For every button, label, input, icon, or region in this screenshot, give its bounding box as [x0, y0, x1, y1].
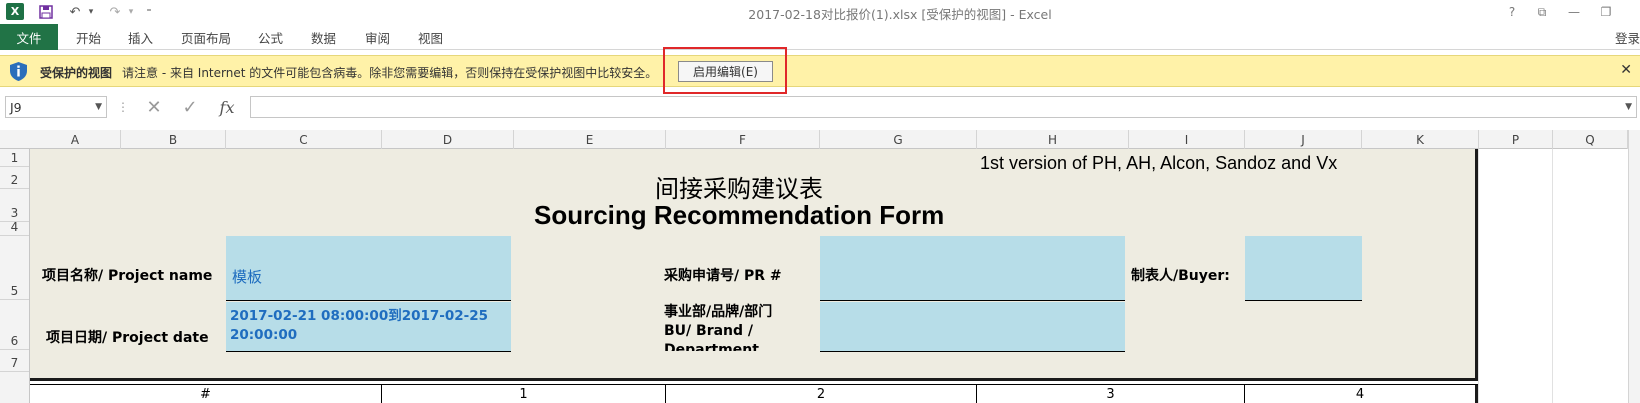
- formula-bar: J9 ▼ ⋮ ✕ ✓ fx ▼: [0, 95, 1640, 119]
- column-header-c[interactable]: C: [226, 130, 382, 149]
- name-box[interactable]: J9 ▼: [5, 96, 107, 118]
- column-header-g[interactable]: G: [820, 130, 977, 149]
- project-date-value-line2: 20:00:00: [230, 327, 298, 343]
- column-header-h[interactable]: H: [977, 130, 1129, 149]
- table-header-3: 3: [977, 385, 1245, 403]
- project-name-value: 模板: [232, 268, 263, 286]
- insert-function-icon[interactable]: fx: [214, 96, 240, 118]
- pr-label: 采购申请号/ PR #: [664, 268, 782, 284]
- formula-input[interactable]: ▼: [250, 96, 1637, 118]
- buyer-label: 制表人/Buyer:: [1131, 268, 1230, 284]
- protected-view-message: 请注意 - 来自 Internet 的文件可能包含病毒。除非您需要编辑，否则保持…: [122, 66, 658, 80]
- tab-review[interactable]: 审阅: [365, 24, 390, 50]
- project-date-label: 项目日期/ Project date: [46, 330, 209, 346]
- project-date-value-line1: 2017-02-21 08:00:00到2017-02-25: [230, 308, 489, 324]
- column-headers: A B C D E F G H I J K P Q: [0, 130, 1640, 149]
- minimize-button[interactable]: —: [1564, 3, 1584, 21]
- tab-insert[interactable]: 插入: [128, 24, 153, 50]
- protected-view-title: 受保护的视图: [40, 66, 113, 80]
- chevron-down-icon[interactable]: ▼: [95, 102, 102, 112]
- bu-label-line2: BU/ Brand /: [664, 323, 754, 339]
- form-title-cn: 间接采购建议表: [655, 175, 823, 203]
- worksheet[interactable]: 1st version of PH, AH, Alcon, Sandoz and…: [30, 149, 1640, 403]
- bu-label-line1: 事业部/品牌/部门: [664, 304, 773, 320]
- vertical-scrollbar[interactable]: [1628, 130, 1640, 403]
- window-title: 2017-02-18对比报价(1).xlsx [受保护的视图] - Excel: [748, 7, 1052, 22]
- project-date-value: 2017-02-21 08:00:00到2017-02-25 20:00:00: [230, 307, 488, 345]
- maximize-button[interactable]: ❐: [1596, 3, 1616, 21]
- row-header-5[interactable]: 5: [0, 236, 29, 300]
- expand-formula-bar-icon[interactable]: ▼: [1625, 102, 1632, 112]
- project-name-label: 项目名称/ Project name: [42, 268, 213, 284]
- title-bar: X ↶ ▾ ↷ ▾ ⁼ 2017-02-18对比报价(1).xlsx [受保护的…: [0, 0, 1640, 24]
- ribbon-display-options-button[interactable]: ⧉: [1532, 3, 1552, 21]
- pr-field[interactable]: [820, 236, 1125, 301]
- gridline: [1552, 149, 1553, 403]
- highlight-annotation: [663, 47, 787, 94]
- table-header-2: 2: [666, 385, 977, 403]
- tab-view[interactable]: 视图: [418, 24, 443, 50]
- row-header-7[interactable]: 7: [0, 350, 29, 372]
- column-header-k[interactable]: K: [1362, 130, 1479, 149]
- row-headers: 1 2 3 4 5 6 7: [0, 149, 30, 403]
- bu-field[interactable]: [820, 302, 1125, 352]
- tab-page-layout[interactable]: 页面布局: [181, 24, 231, 50]
- column-header-d[interactable]: D: [382, 130, 514, 149]
- column-header-q[interactable]: Q: [1553, 130, 1628, 149]
- row-header-1[interactable]: 1: [0, 149, 29, 167]
- sign-in-link[interactable]: 登录: [1615, 24, 1640, 50]
- tab-data[interactable]: 数据: [311, 24, 336, 50]
- column-header-p[interactable]: P: [1479, 130, 1553, 149]
- tab-home[interactable]: 开始: [76, 24, 101, 50]
- formula-bar-grip-icon[interactable]: ⋮: [117, 96, 129, 118]
- ribbon-tabs: 文件 开始 插入 页面布局 公式 数据 审阅 视图 登录: [0, 24, 1640, 50]
- table-header-row: # 1 2 3 4: [30, 384, 1478, 403]
- version-note: 1st version of PH, AH, Alcon, Sandoz and…: [980, 153, 1338, 173]
- enter-icon[interactable]: ✓: [178, 96, 202, 118]
- help-button[interactable]: ?: [1502, 3, 1522, 21]
- tab-file[interactable]: 文件: [0, 24, 58, 50]
- column-header-j[interactable]: J: [1245, 130, 1362, 149]
- protected-view-bar: 受保护的视图 请注意 - 来自 Internet 的文件可能包含病毒。除非您需要…: [0, 55, 1640, 87]
- tab-formulas[interactable]: 公式: [258, 24, 283, 50]
- shield-info-icon: [9, 61, 28, 82]
- column-header-e[interactable]: E: [514, 130, 666, 149]
- table-header-index: #: [30, 385, 382, 403]
- bu-label: 事业部/品牌/部门 BU/ Brand / Department: [664, 303, 772, 351]
- column-header-b[interactable]: B: [121, 130, 226, 149]
- row-header-2[interactable]: 2: [0, 167, 29, 189]
- cancel-icon[interactable]: ✕: [142, 96, 166, 118]
- buyer-field[interactable]: [1245, 236, 1362, 301]
- table-header-4: 4: [1245, 385, 1478, 403]
- row-header-4[interactable]: 4: [0, 220, 29, 236]
- column-header-a[interactable]: A: [30, 130, 121, 149]
- column-header-i[interactable]: I: [1129, 130, 1245, 149]
- column-header-f[interactable]: F: [666, 130, 820, 149]
- bu-label-line3: Department: [664, 342, 759, 351]
- name-box-value: J9: [10, 99, 22, 115]
- close-icon[interactable]: ✕: [1620, 62, 1632, 78]
- gridline: [1478, 149, 1479, 403]
- table-header-1: 1: [382, 385, 666, 403]
- project-name-field[interactable]: [226, 236, 511, 301]
- row-header-3[interactable]: 3: [0, 189, 29, 222]
- row-header-6[interactable]: 6: [0, 300, 29, 350]
- form-title-en: Sourcing Recommendation Form: [534, 200, 945, 230]
